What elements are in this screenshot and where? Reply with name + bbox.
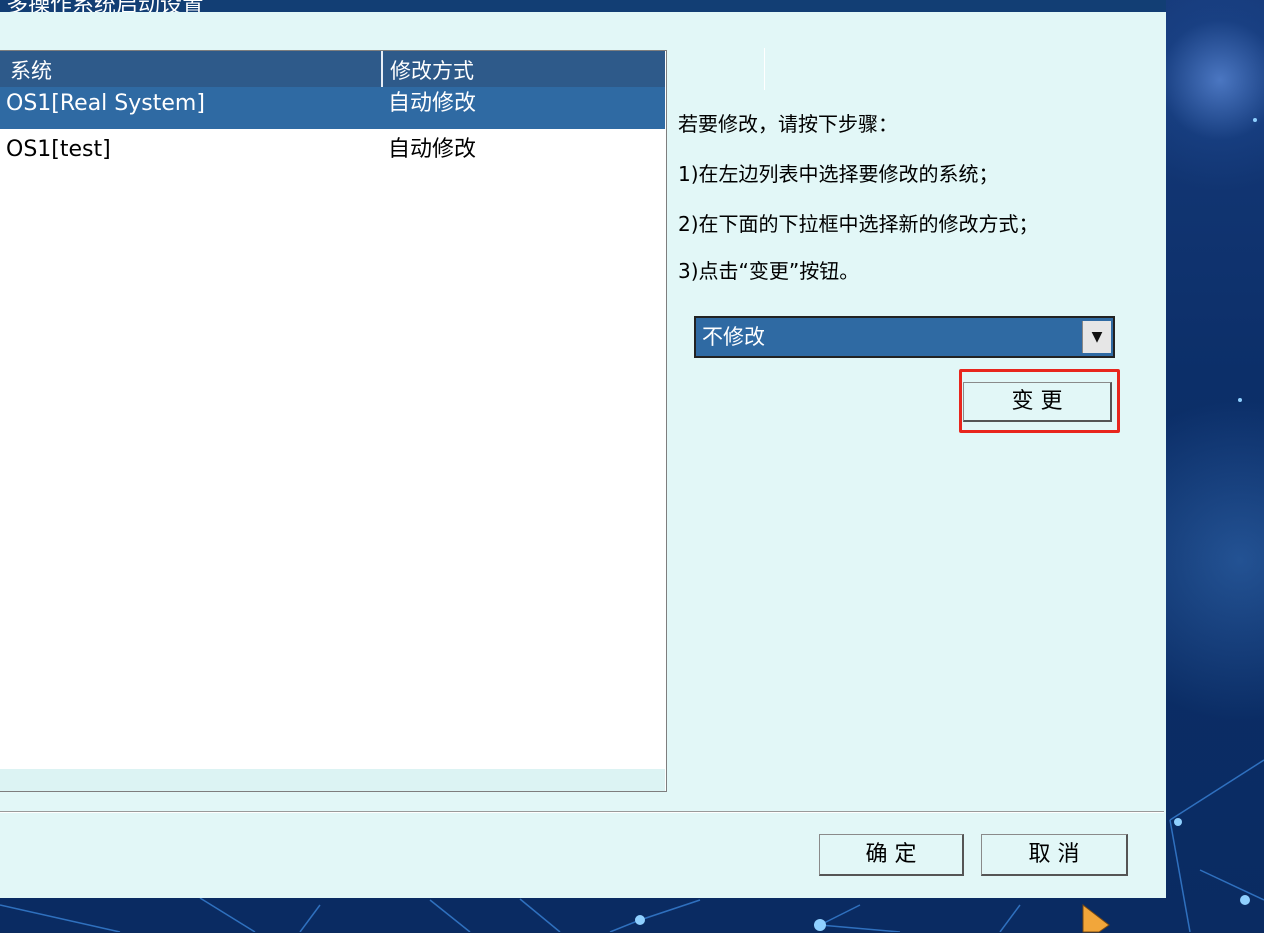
instruction-step-1: 1)在左边列表中选择要修改的系统； (678, 162, 999, 186)
settings-dialog: 系统 修改方式 OS1[Real System] 自动修改 OS1[test] … (0, 12, 1166, 898)
list-row[interactable]: OS1[test] 自动修改 (0, 133, 665, 175)
chevron-down-icon[interactable]: ▼ (1082, 321, 1111, 353)
column-separator[interactable] (381, 51, 383, 87)
mode-dropdown[interactable]: 不修改 ▼ (694, 316, 1115, 358)
instruction-step-3: 3)点击“变更”按钮。 (678, 259, 860, 283)
window-title: 多操作系统启动设置 (6, 0, 204, 12)
row-mode: 自动修改 (388, 91, 477, 116)
ok-button[interactable]: 确 定 (819, 834, 964, 876)
list-row-selected[interactable]: OS1[Real System] 自动修改 (0, 87, 665, 129)
mode-dropdown-value: 不修改 (702, 325, 765, 349)
system-list[interactable]: 系统 修改方式 OS1[Real System] 自动修改 OS1[test] … (0, 50, 667, 792)
highlight-box (959, 369, 1120, 433)
row-system-name: OS1[test] (6, 137, 111, 162)
instructions-intro: 若要修改，请按下步骤： (678, 112, 898, 136)
column-header-mode[interactable]: 修改方式 (390, 51, 474, 87)
column-header-system[interactable]: 系统 (10, 51, 52, 87)
mouse-cursor-icon (1082, 903, 1110, 933)
cancel-button[interactable]: 取 消 (981, 834, 1128, 876)
list-header: 系统 修改方式 (0, 51, 665, 87)
divider-line (764, 48, 765, 90)
divider-highlight (0, 812, 1164, 813)
row-mode: 自动修改 (388, 137, 477, 162)
list-footer (0, 769, 665, 791)
instruction-step-2: 2)在下面的下拉框中选择新的修改方式； (678, 212, 1039, 236)
title-bar: 多操作系统启动设置 (0, 0, 1166, 12)
row-system-name: OS1[Real System] (6, 91, 205, 116)
